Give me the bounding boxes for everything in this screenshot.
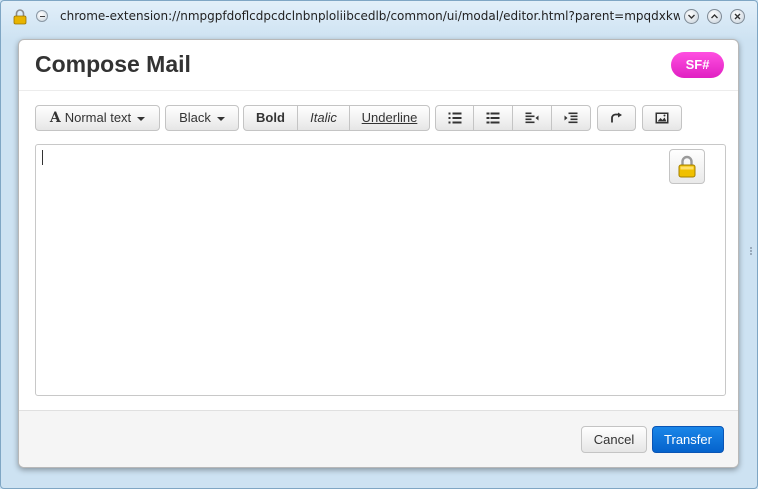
- compose-dialog: Compose Mail SF# A Normal text Black Bold…: [18, 39, 739, 468]
- text-cursor: [42, 150, 43, 165]
- text-style-dropdown[interactable]: A Normal text: [35, 105, 160, 131]
- cancel-button[interactable]: Cancel: [581, 426, 647, 453]
- italic-button[interactable]: Italic: [297, 105, 350, 131]
- outdent-icon: [525, 112, 539, 124]
- lock-icon: [13, 9, 27, 25]
- resize-handle[interactable]: [750, 240, 752, 255]
- numbered-list-button[interactable]: [473, 105, 513, 131]
- chevron-down-icon[interactable]: [684, 9, 699, 24]
- indent-button[interactable]: [551, 105, 591, 131]
- title-bar: chrome-extension://nmpgpfdoflcdpcdclnbnp…: [0, 0, 758, 34]
- message-editor[interactable]: [35, 144, 726, 396]
- image-icon: [655, 112, 669, 124]
- text-style-label: Normal text: [64, 110, 132, 125]
- transfer-button[interactable]: Transfer: [652, 426, 724, 453]
- bold-button[interactable]: Bold: [243, 105, 298, 131]
- color-dropdown[interactable]: Black: [165, 105, 239, 131]
- url-text: chrome-extension://nmpgpfdoflcdpcdclnbnp…: [60, 9, 680, 23]
- font-icon: A: [49, 110, 61, 126]
- collapse-icon[interactable]: [36, 10, 48, 22]
- bulleted-list-icon: [448, 112, 461, 124]
- underline-button[interactable]: Underline: [349, 105, 430, 131]
- indent-icon: [564, 112, 578, 124]
- bulleted-list-button[interactable]: [435, 105, 474, 131]
- sf-badge-button[interactable]: SF#: [671, 52, 724, 78]
- redo-icon: [610, 112, 622, 123]
- caret-down-icon: [216, 116, 225, 121]
- encrypt-lock-button[interactable]: [669, 149, 705, 184]
- color-label: Black: [179, 110, 211, 125]
- caret-down-icon: [137, 116, 146, 121]
- outdent-button[interactable]: [512, 105, 552, 131]
- dialog-header: Compose Mail SF#: [19, 40, 738, 91]
- insert-image-button[interactable]: [642, 105, 682, 131]
- redo-button[interactable]: [597, 105, 636, 131]
- dialog-footer: Cancel Transfer: [19, 410, 738, 467]
- padlock-icon: [678, 155, 696, 178]
- close-icon[interactable]: [730, 9, 745, 24]
- dialog-title: Compose Mail: [35, 51, 191, 77]
- chevron-up-icon[interactable]: [707, 9, 722, 24]
- numbered-list-icon: [486, 112, 500, 124]
